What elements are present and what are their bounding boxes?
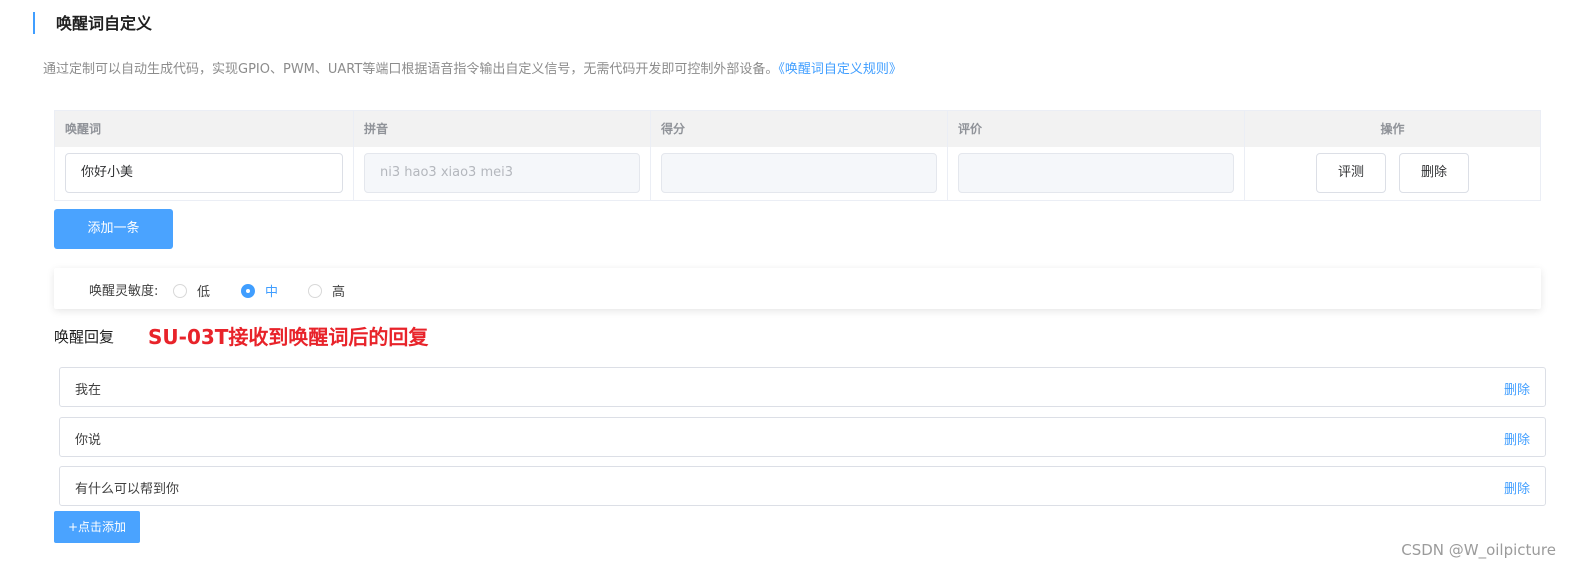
radio-label: 高 (332, 285, 346, 300)
wake-word-input[interactable]: 你好小美 (65, 153, 343, 193)
reply-delete-link[interactable]: 删除 (1504, 429, 1530, 448)
radio-checked-icon (241, 283, 255, 298)
table-header: 唤醒词 拼音 得分 评价 操作 (55, 111, 1540, 147)
header-actions: 操作 (1380, 122, 1405, 136)
add-row-button[interactable]: 添加一条 (54, 209, 173, 249)
sensitivity-radio-medium[interactable]: 中 (241, 281, 278, 300)
pinyin-field: ni3 hao3 xiao3 mei3 (364, 153, 640, 193)
reply-item[interactable]: 我在 删除 (59, 367, 1546, 407)
reply-text: 有什么可以帮到你 (75, 482, 180, 497)
reply-text: 我在 (75, 383, 102, 398)
wake-word-table: 唤醒词 拼音 得分 评价 操作 你好小美 ni3 hao3 xiao3 mei3… (54, 110, 1541, 201)
reply-text: 你说 (75, 433, 102, 448)
page-title: 唤醒词自定义 (56, 14, 153, 33)
reply-delete-link[interactable]: 删除 (1504, 379, 1530, 398)
reply-delete-link[interactable]: 删除 (1504, 478, 1530, 497)
header-pinyin: 拼音 (354, 111, 651, 147)
evaluation-field (958, 153, 1234, 193)
radio-circle-icon (308, 283, 322, 298)
section-title-accent (33, 12, 35, 34)
header-evaluation: 评价 (948, 111, 1245, 147)
evaluate-button[interactable]: 评测 (1316, 153, 1386, 193)
header-wake-word: 唤醒词 (55, 111, 354, 147)
sensitivity-panel: 唤醒灵敏度: 低 中 高 (54, 268, 1541, 309)
description-text: 通过定制可以自动生成代码，实现GPIO、PWM、UART等端口根据语音指令输出自… (43, 62, 779, 77)
radio-label: 低 (197, 285, 211, 300)
reply-section-title: 唤醒回复 (54, 328, 115, 346)
header-score: 得分 (651, 111, 948, 147)
sensitivity-label: 唤醒灵敏度: (89, 284, 159, 299)
reply-item[interactable]: 有什么可以帮到你 删除 (59, 466, 1546, 506)
rules-link[interactable]: 《唤醒词自定义规则》 (778, 62, 902, 77)
radio-label: 中 (265, 285, 279, 300)
watermark: CSDN @W_oilpicture (1401, 541, 1556, 559)
radio-circle-icon (173, 283, 187, 298)
add-reply-button[interactable]: +点击添加 (54, 511, 140, 543)
row-actions: 评测 删除 (1245, 147, 1540, 200)
sensitivity-radio-low[interactable]: 低 (173, 281, 210, 300)
delete-button[interactable]: 删除 (1399, 153, 1469, 193)
description: 通过定制可以自动生成代码，实现GPIO、PWM、UART等端口根据语音指令输出自… (43, 61, 902, 79)
score-field (661, 153, 937, 193)
table-row: 你好小美 ni3 hao3 xiao3 mei3 评测 删除 (55, 147, 1540, 200)
annotation-text: SU-03T接收到唤醒词后的回复 (148, 325, 429, 349)
reply-item[interactable]: 你说 删除 (59, 417, 1546, 457)
sensitivity-radio-high[interactable]: 高 (308, 281, 345, 300)
